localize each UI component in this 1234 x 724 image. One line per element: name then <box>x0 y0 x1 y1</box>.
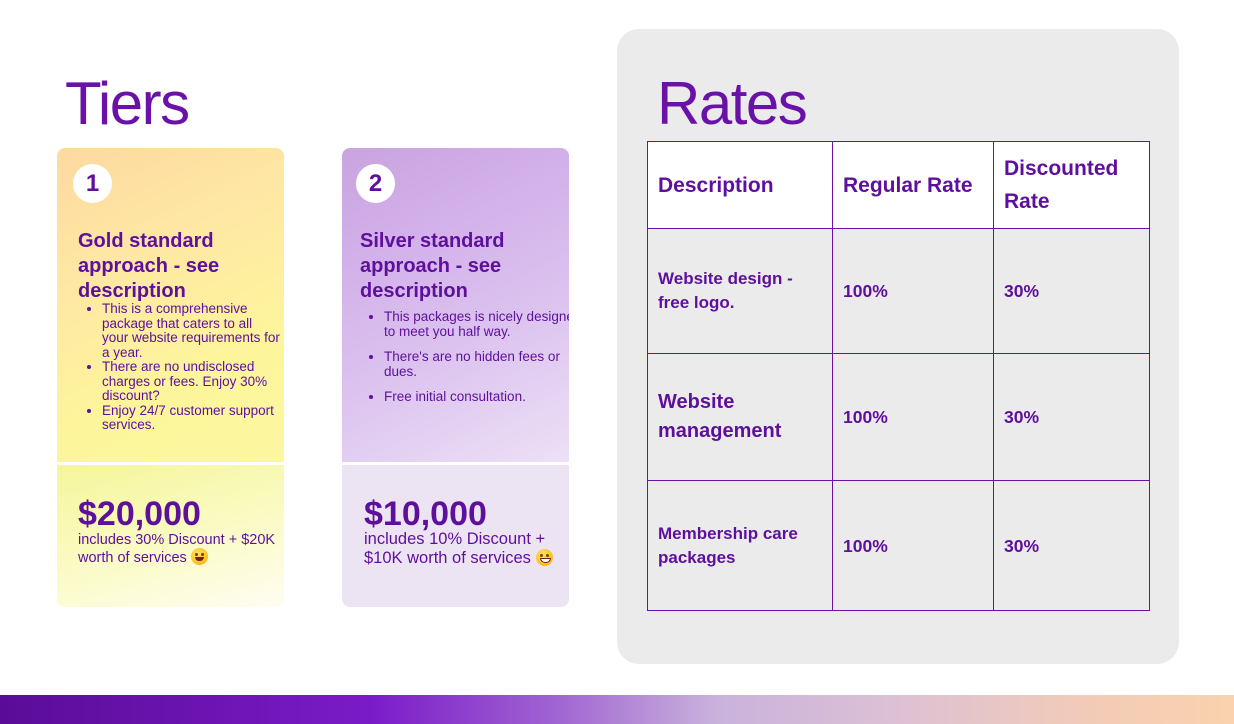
tier-price: $10,000 <box>364 495 487 533</box>
tier-card-silver: 2 Silver standard approach - see descrip… <box>342 148 569 607</box>
card-divider <box>57 462 284 465</box>
tier-bullet: Enjoy 24/7 customer support services. <box>102 403 280 433</box>
tier-price-note: includes 30% Discount + $20K worth of se… <box>78 532 278 566</box>
tier-number-badge: 2 <box>356 164 395 203</box>
cell-discounted-rate: 30% <box>993 480 1150 611</box>
tiers-title: Tiers <box>65 70 190 137</box>
cell-description: Website design - free logo. <box>647 228 833 354</box>
tier-heading: Silver standard approach - see descripti… <box>360 230 505 302</box>
crazy-face-emoji-icon <box>190 548 208 565</box>
bottom-gradient-bar <box>0 695 1234 724</box>
column-header-regular-rate: Regular Rate <box>832 141 994 229</box>
tier-heading: Gold standard approach - see description <box>78 230 220 302</box>
column-header-discounted-rate: Discounted Rate <box>993 141 1150 229</box>
cell-regular-rate: 100% <box>832 480 994 611</box>
tier-bullet-list: This packages is nicely designed to meet… <box>362 309 569 416</box>
rates-title: Rates <box>657 70 808 137</box>
tier-bullet: There are no undisclosed charges or fees… <box>102 359 280 404</box>
tier-bullet: There's are no hidden fees or dues. <box>384 349 569 379</box>
tier-bullet: This is a comprehensive package that cat… <box>102 301 280 360</box>
slide: Tiers 1 Gold standard approach - see des… <box>0 0 1234 724</box>
table-row: Website design - free logo. 100% 30% <box>647 228 1150 354</box>
card-divider <box>342 462 569 465</box>
tier-bullet: This packages is nicely designed to meet… <box>384 309 569 339</box>
cell-description: Website management <box>647 353 833 481</box>
table-header-row: Description Regular Rate Discounted Rate <box>647 141 1150 229</box>
cell-discounted-rate: 30% <box>993 353 1150 481</box>
cell-discounted-rate: 30% <box>993 228 1150 354</box>
table-row: Membership care packages 100% 30% <box>647 480 1150 611</box>
tier-bullet: Free initial consultation. <box>384 389 569 405</box>
cell-regular-rate: 100% <box>832 228 994 354</box>
cell-regular-rate: 100% <box>832 353 994 481</box>
table-row: Website management 100% 30% <box>647 353 1150 481</box>
rates-table: Description Regular Rate Discounted Rate… <box>647 141 1150 611</box>
tier-price: $20,000 <box>78 495 201 533</box>
tier-bullet-list: This is a comprehensive package that cat… <box>80 301 280 433</box>
tier-price-note: includes 10% Discount + $10K worth of se… <box>364 530 559 567</box>
grinning-face-emoji-icon <box>535 548 553 566</box>
tier-price-note-text: includes 30% Discount + $20K worth of se… <box>78 532 276 566</box>
tier-card-gold: 1 Gold standard approach - see descripti… <box>57 148 284 607</box>
cell-description: Membership care packages <box>647 480 833 611</box>
tier-price-note-text: includes 10% Discount + $10K worth of se… <box>364 530 546 567</box>
column-header-description: Description <box>647 141 833 229</box>
tier-number-badge: 1 <box>73 164 112 203</box>
